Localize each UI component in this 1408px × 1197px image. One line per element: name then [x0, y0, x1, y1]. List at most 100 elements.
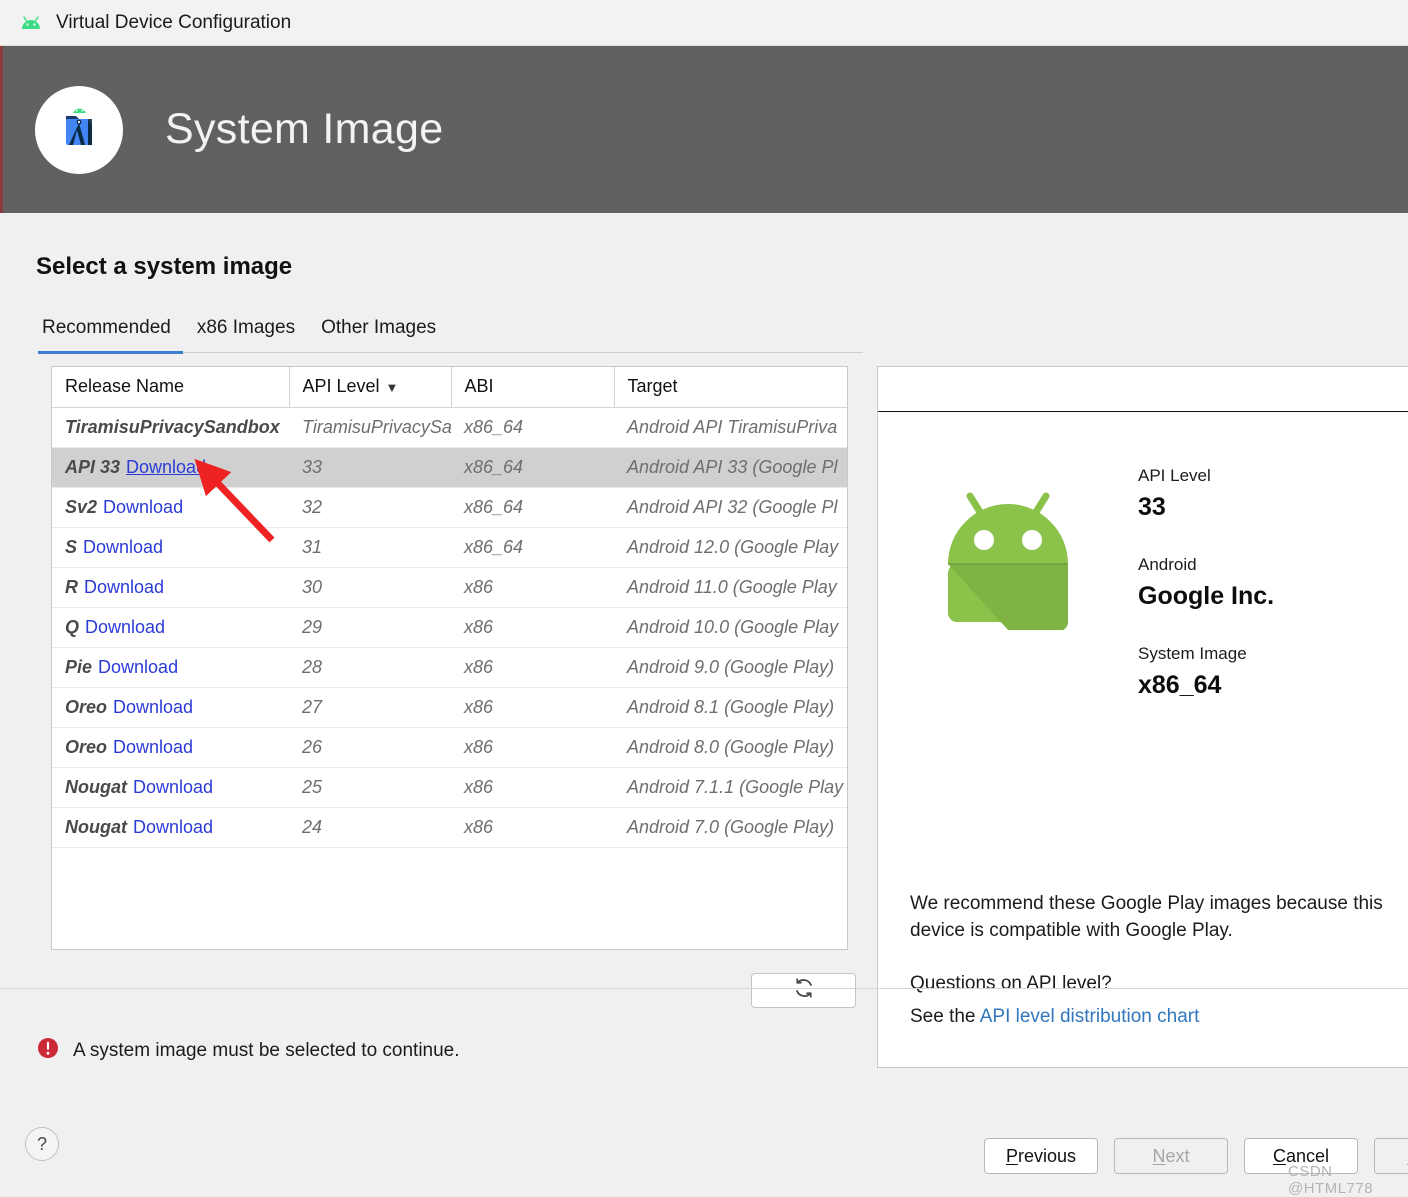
refresh-icon [792, 976, 816, 1005]
watermark: CSDN @HTML778 [1288, 1163, 1374, 1197]
wizard-header: System Image [0, 46, 1408, 213]
recommendation-text: We recommend these Google Play images be… [910, 893, 1383, 941]
detail-value-android: Google Inc. [1138, 582, 1275, 610]
release-name-label: R [65, 576, 78, 597]
detail-value-system-image: x86_64 [1138, 671, 1222, 699]
system-image-table[interactable]: Release Name API Level ▼ ABI Target Tiram… [51, 366, 848, 950]
error-icon [36, 1036, 60, 1065]
download-link[interactable]: Download [133, 817, 213, 837]
cell-target: Android 8.1 (Google Play) [614, 687, 847, 728]
release-name-label: Oreo [65, 696, 108, 717]
cell-abi: x86 [451, 727, 614, 768]
column-header-api-level[interactable]: API Level ▼ [289, 367, 452, 408]
release-name-label: Oreo [65, 736, 108, 757]
download-link[interactable]: Download [103, 497, 183, 517]
next-button: Next [1114, 1138, 1228, 1174]
release-name-label: Q [65, 616, 80, 637]
cell-target: Android API 32 (Google Pl [614, 487, 847, 528]
table-row[interactable]: API 33 Download 33 x86_64 Android API 33 (Go… [52, 447, 847, 488]
header-label: Release Name [65, 376, 185, 397]
detail-top-strip [878, 367, 1408, 412]
release-name-label: Sv2 [65, 496, 98, 517]
cell-target: Android 8.0 (Google Play) [614, 727, 847, 768]
validation-message: A system image must be selected to conti… [36, 1036, 460, 1065]
table-row[interactable]: Nougat Download 24 x86 Android 7.0 (Google P… [52, 807, 847, 848]
download-link[interactable]: Download [85, 617, 165, 637]
cell-release-name: Sv2 Download [52, 487, 289, 528]
help-button[interactable]: ? [25, 1127, 59, 1161]
cell-abi: x86_64 [451, 487, 614, 528]
api-distribution-chart-link[interactable]: API level distribution chart [980, 1006, 1200, 1027]
page-title: Select a system image [36, 253, 293, 280]
cell-target: Android 7.0 (Google Play) [614, 807, 847, 848]
detail-note: We recommend these Google Play images be… [910, 891, 1400, 1031]
table-row[interactable]: Q Download 29 x86 Android 10.0 (Google Play [52, 607, 847, 648]
cell-release-name: Oreo Download [52, 687, 289, 728]
download-link[interactable]: Download [133, 777, 213, 797]
table-row[interactable]: S Download 31 x86_64 Android 12.0 (Google Pl… [52, 527, 847, 568]
cell-abi: x86_64 [451, 407, 614, 448]
table-row[interactable]: Nougat Download 25 x86 Android 7.1.1 (Google… [52, 767, 847, 808]
detail-value-api-level: 33 [1138, 493, 1166, 521]
cell-abi: x86 [451, 687, 614, 728]
table-body: TiramisuPrivacySandbox TiramisuPrivacySa x… [52, 407, 847, 848]
table-row[interactable]: Pie Download 28 x86 Android 9.0 (Google Play… [52, 647, 847, 688]
release-name-label: Pie [65, 656, 93, 677]
window-titlebar: Virtual Device Configuration [0, 0, 1408, 46]
download-link[interactable]: Download [113, 737, 193, 757]
table-row[interactable]: Oreo Download 27 x86 Android 8.1 (Google Pla… [52, 687, 847, 728]
image-detail-panel: API Level 33 Android Google Inc. System … [877, 366, 1408, 1068]
table-row[interactable]: R Download 30 x86 Android 11.0 (Google Play [52, 567, 847, 608]
download-link[interactable]: Download [98, 657, 178, 677]
column-header-release-name[interactable]: Release Name [52, 367, 290, 408]
footer-divider [0, 988, 1408, 989]
detail-label-system-image: System Image [1138, 644, 1247, 663]
refresh-button[interactable] [751, 973, 856, 1008]
cell-release-name: Q Download [52, 607, 289, 648]
cell-release-name: Nougat Download [52, 807, 289, 848]
cell-abi: x86 [451, 767, 614, 808]
detail-fields: API Level 33 Android Google Inc. System … [1138, 440, 1274, 733]
android-head-icon [18, 10, 44, 36]
cell-api-level: 27 [289, 687, 451, 728]
header-label: Target [627, 376, 678, 397]
cell-target: Android 7.1.1 (Google Play [614, 767, 847, 808]
cell-abi: x86 [451, 647, 614, 688]
detail-label-api-level: API Level [1138, 466, 1211, 485]
cell-target: Android 9.0 (Google Play) [614, 647, 847, 688]
cell-target: Android 12.0 (Google Play [614, 527, 847, 568]
cell-abi: x86_64 [451, 527, 614, 568]
validation-text: A system image must be selected to conti… [73, 1039, 460, 1061]
previous-button[interactable]: Previous [984, 1138, 1098, 1174]
table-row[interactable]: Oreo Download 26 x86 Android 8.0 (Google Pla… [52, 727, 847, 768]
download-link[interactable]: Download [84, 577, 164, 597]
cell-target: Android API TiramisuPriva [614, 407, 847, 448]
cell-api-level: 26 [289, 727, 451, 768]
android-studio-logo [35, 85, 123, 174]
cell-release-name: R Download [52, 567, 289, 608]
download-link[interactable]: Download [126, 457, 206, 477]
tab-other-images[interactable]: Other Images [317, 313, 448, 354]
download-link[interactable]: Download [113, 697, 193, 717]
table-row[interactable]: TiramisuPrivacySandbox TiramisuPrivacySa x… [52, 407, 847, 448]
release-name-label: Nougat [65, 816, 127, 837]
tab-x86-images[interactable]: x86 Images [193, 313, 307, 354]
download-link[interactable]: Download [83, 537, 163, 557]
see-chart-line: See the API level distribution chart [910, 1004, 1400, 1031]
wizard-content: Select a system image Recommended x86 Im… [0, 213, 1408, 1190]
cell-release-name: TiramisuPrivacySandbox [52, 407, 289, 448]
tab-recommended[interactable]: Recommended [38, 313, 183, 354]
table-row[interactable]: Sv2 Download 32 x86_64 Android API 32 (Googl… [52, 487, 847, 528]
column-header-abi[interactable]: ABI [451, 367, 615, 408]
cell-abi: x86 [451, 807, 614, 848]
column-header-target[interactable]: Target [614, 367, 847, 408]
cell-release-name: S Download [52, 527, 289, 568]
cell-target: Android 11.0 (Google Play [614, 567, 847, 608]
cell-api-level: 28 [289, 647, 451, 688]
cell-api-level: 30 [289, 567, 451, 608]
cell-api-level: 33 [289, 447, 451, 488]
header-label: API Level [302, 376, 380, 397]
caret-down-icon: ▼ [385, 380, 399, 396]
table-header-row: Release Name API Level ▼ ABI Target [52, 367, 847, 408]
cell-target: Android 10.0 (Google Play [614, 607, 847, 648]
